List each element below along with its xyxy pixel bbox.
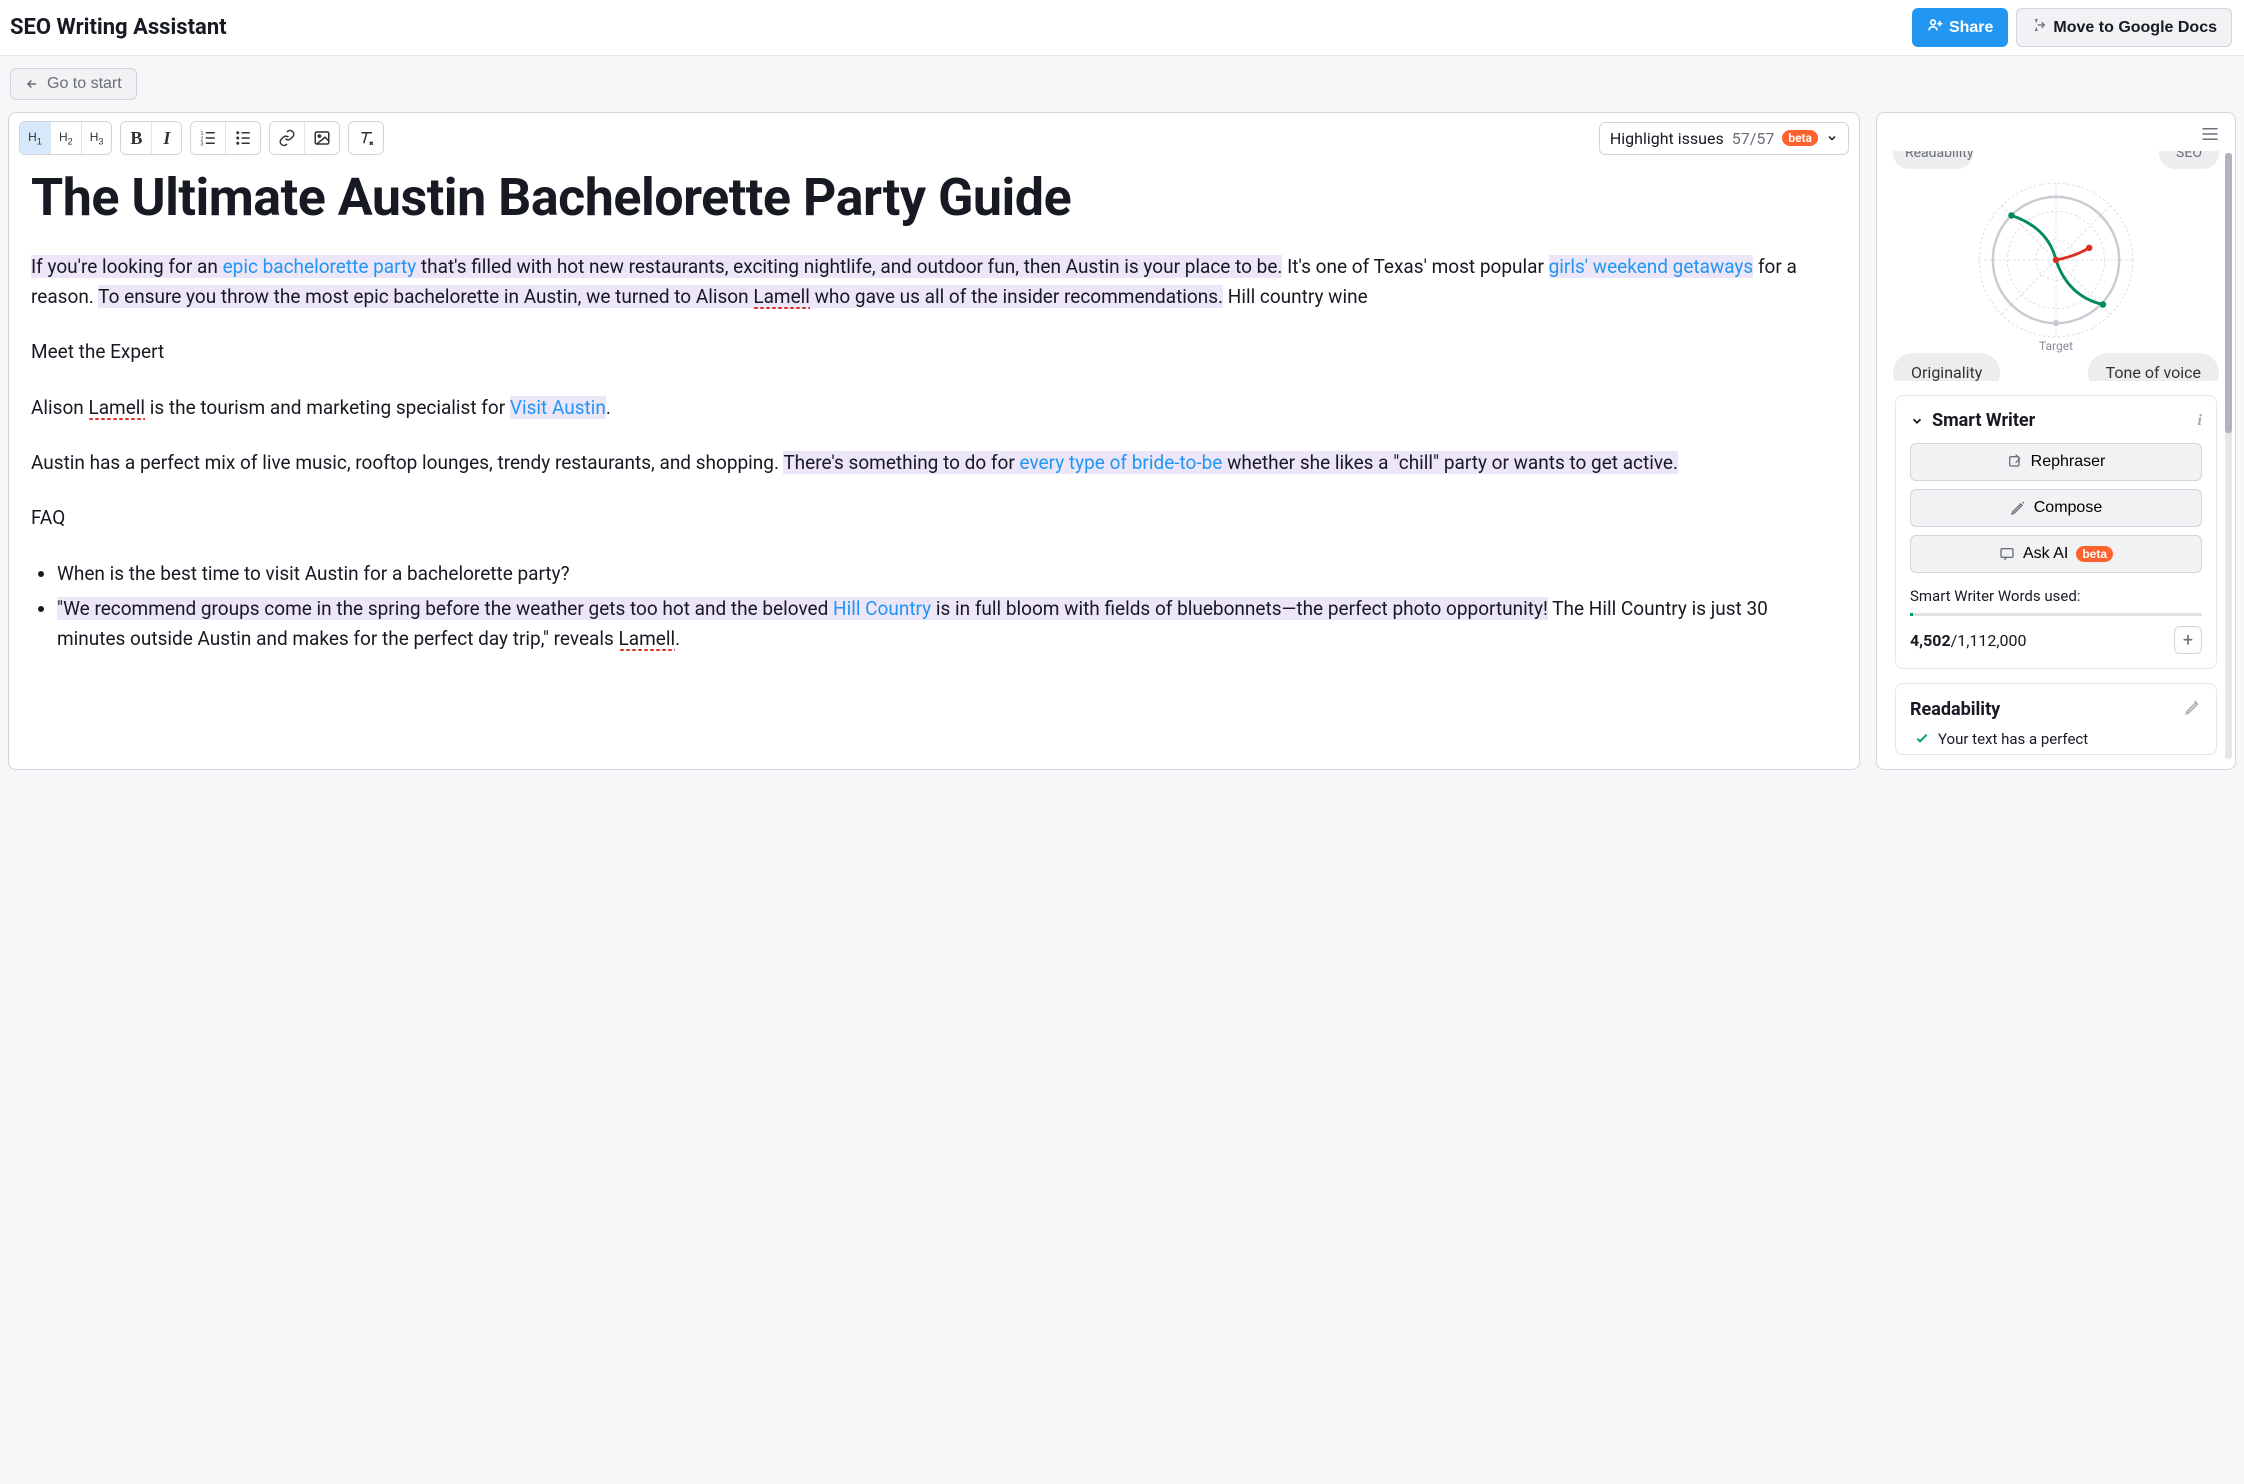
document-title: The Ultimate Austin Bachelorette Party G… — [31, 169, 1837, 226]
highlight-label: Highlight issues — [1610, 129, 1724, 148]
highlight-issues-dropdown[interactable]: Highlight issues 57/57 beta — [1599, 122, 1849, 155]
ask-ai-button[interactable]: Ask AI beta — [1910, 535, 2202, 573]
faq-item-2: "We recommend groups come in the spring … — [57, 594, 1837, 653]
panel-menu-button[interactable] — [2201, 127, 2219, 145]
toolbar-left: H1 H2 H3 B I 123 — [19, 121, 384, 155]
export-icon — [2031, 17, 2047, 38]
app-title: SEO Writing Assistant — [10, 15, 227, 40]
check-icon — [1914, 730, 1930, 750]
svg-text:3: 3 — [201, 142, 204, 148]
link-hill-country[interactable]: Hill Country — [833, 597, 931, 620]
words-row: 4,502/1,112,000 + — [1910, 626, 2202, 654]
radar-target-label: Target — [1893, 339, 2219, 353]
radar-chart-section: Readability SEO — [1877, 151, 2235, 381]
words-progress-bar — [1910, 613, 2202, 616]
unordered-list-icon — [234, 129, 252, 147]
compose-button[interactable]: Compose — [1910, 489, 2202, 527]
faq-heading: FAQ — [31, 503, 1837, 532]
sub-header: Go to start — [0, 55, 2244, 112]
share-button[interactable]: Share — [1912, 8, 2008, 47]
go-to-start-button[interactable]: Go to start — [10, 68, 137, 100]
rephraser-button[interactable]: Rephraser — [1910, 443, 2202, 481]
smart-writer-header[interactable]: Smart Writer — [1910, 410, 2035, 431]
hamburger-icon — [2201, 127, 2219, 141]
ordered-list-button[interactable]: 123 — [191, 122, 225, 154]
readability-status: Your text has a perfect — [1910, 730, 2202, 750]
words-count: 4,502/1,112,000 — [1910, 631, 2027, 650]
clear-group — [348, 121, 384, 155]
add-words-button[interactable]: + — [2174, 626, 2202, 654]
link-button[interactable] — [270, 122, 304, 154]
main-area: H1 H2 H3 B I 123 — [0, 112, 2244, 778]
paragraph-3: Alison Lamell is the tourism and marketi… — [31, 393, 1837, 422]
editor-content[interactable]: The Ultimate Austin Bachelorette Party G… — [9, 163, 1859, 679]
top-actions: Share Move to Google Docs — [1912, 8, 2232, 47]
clear-format-icon — [357, 129, 375, 147]
link-epic-bachelorette[interactable]: epic bachelorette party — [223, 255, 417, 278]
move-to-gdocs-button[interactable]: Move to Google Docs — [2016, 8, 2232, 47]
tone-pill[interactable]: Tone of voice — [2088, 353, 2219, 381]
link-bride-to-be[interactable]: every type of bride-to-be — [1020, 451, 1223, 474]
right-panel: Readability SEO — [1876, 112, 2236, 770]
words-used-label: Smart Writer Words used: — [1910, 587, 2202, 605]
info-icon[interactable]: i — [2198, 412, 2202, 430]
insert-group — [269, 121, 340, 155]
link-girls-weekend[interactable]: girls' weekend getaways — [1549, 255, 1754, 278]
right-panel-header — [1877, 113, 2235, 151]
editor-panel: H1 H2 H3 B I 123 — [8, 112, 1860, 770]
ordered-list-icon: 123 — [199, 129, 217, 147]
heading-group: H1 H2 H3 — [19, 121, 112, 155]
unordered-list-button[interactable] — [225, 122, 260, 154]
link-icon — [278, 129, 296, 147]
faq-list: When is the best time to visit Austin fo… — [31, 559, 1837, 653]
share-icon — [1927, 17, 1943, 38]
beta-badge-ai: beta — [2076, 546, 2113, 562]
h1-button[interactable]: H1 — [20, 122, 50, 154]
chevron-down-icon — [1910, 414, 1924, 428]
list-group: 123 — [190, 121, 261, 155]
readability-title: Readability — [1910, 699, 2000, 720]
top-bar: SEO Writing Assistant Share Move to Goog… — [0, 0, 2244, 55]
share-label: Share — [1949, 19, 1993, 37]
right-scrollbar[interactable] — [2225, 153, 2232, 759]
smart-writer-card: Smart Writer i Rephraser Compose Ask AI … — [1895, 395, 2217, 669]
clear-format-button[interactable] — [349, 122, 383, 154]
chevron-down-icon — [1826, 132, 1838, 144]
h3-button[interactable]: H3 — [81, 122, 112, 154]
image-button[interactable] — [304, 122, 339, 154]
arrow-left-icon — [25, 77, 39, 91]
originality-pill[interactable]: Originality — [1893, 353, 2000, 381]
rephraser-icon — [2007, 454, 2023, 470]
paragraph-1: If you're looking for an epic bacheloret… — [31, 252, 1837, 311]
italic-button[interactable]: I — [151, 122, 181, 154]
readability-card: Readability Your text has a perfect — [1895, 683, 2217, 755]
image-icon — [313, 129, 331, 147]
radar-label-seo[interactable]: SEO — [2159, 151, 2219, 169]
compose-icon — [2010, 500, 2026, 516]
radar-label-readability[interactable]: Readability — [1893, 151, 1973, 169]
bold-button[interactable]: B — [121, 122, 151, 154]
issues-count: 57/57 — [1732, 129, 1775, 148]
radar-chart — [1951, 175, 2161, 345]
paragraph-2: Meet the Expert — [31, 337, 1837, 366]
go-to-start-label: Go to start — [47, 75, 122, 93]
format-group: B I — [120, 121, 182, 155]
chat-icon — [1999, 546, 2015, 562]
edit-icon[interactable] — [2184, 698, 2202, 720]
scrollbar-thumb[interactable] — [2225, 153, 2232, 433]
beta-badge: beta — [1782, 130, 1818, 146]
link-visit-austin[interactable]: Visit Austin — [510, 396, 606, 419]
paragraph-4: Austin has a perfect mix of live music, … — [31, 448, 1837, 477]
editor-toolbar: H1 H2 H3 B I 123 — [9, 113, 1859, 163]
h2-button[interactable]: H2 — [50, 122, 81, 154]
faq-item-1: When is the best time to visit Austin fo… — [57, 559, 1837, 588]
move-label: Move to Google Docs — [2053, 19, 2217, 37]
